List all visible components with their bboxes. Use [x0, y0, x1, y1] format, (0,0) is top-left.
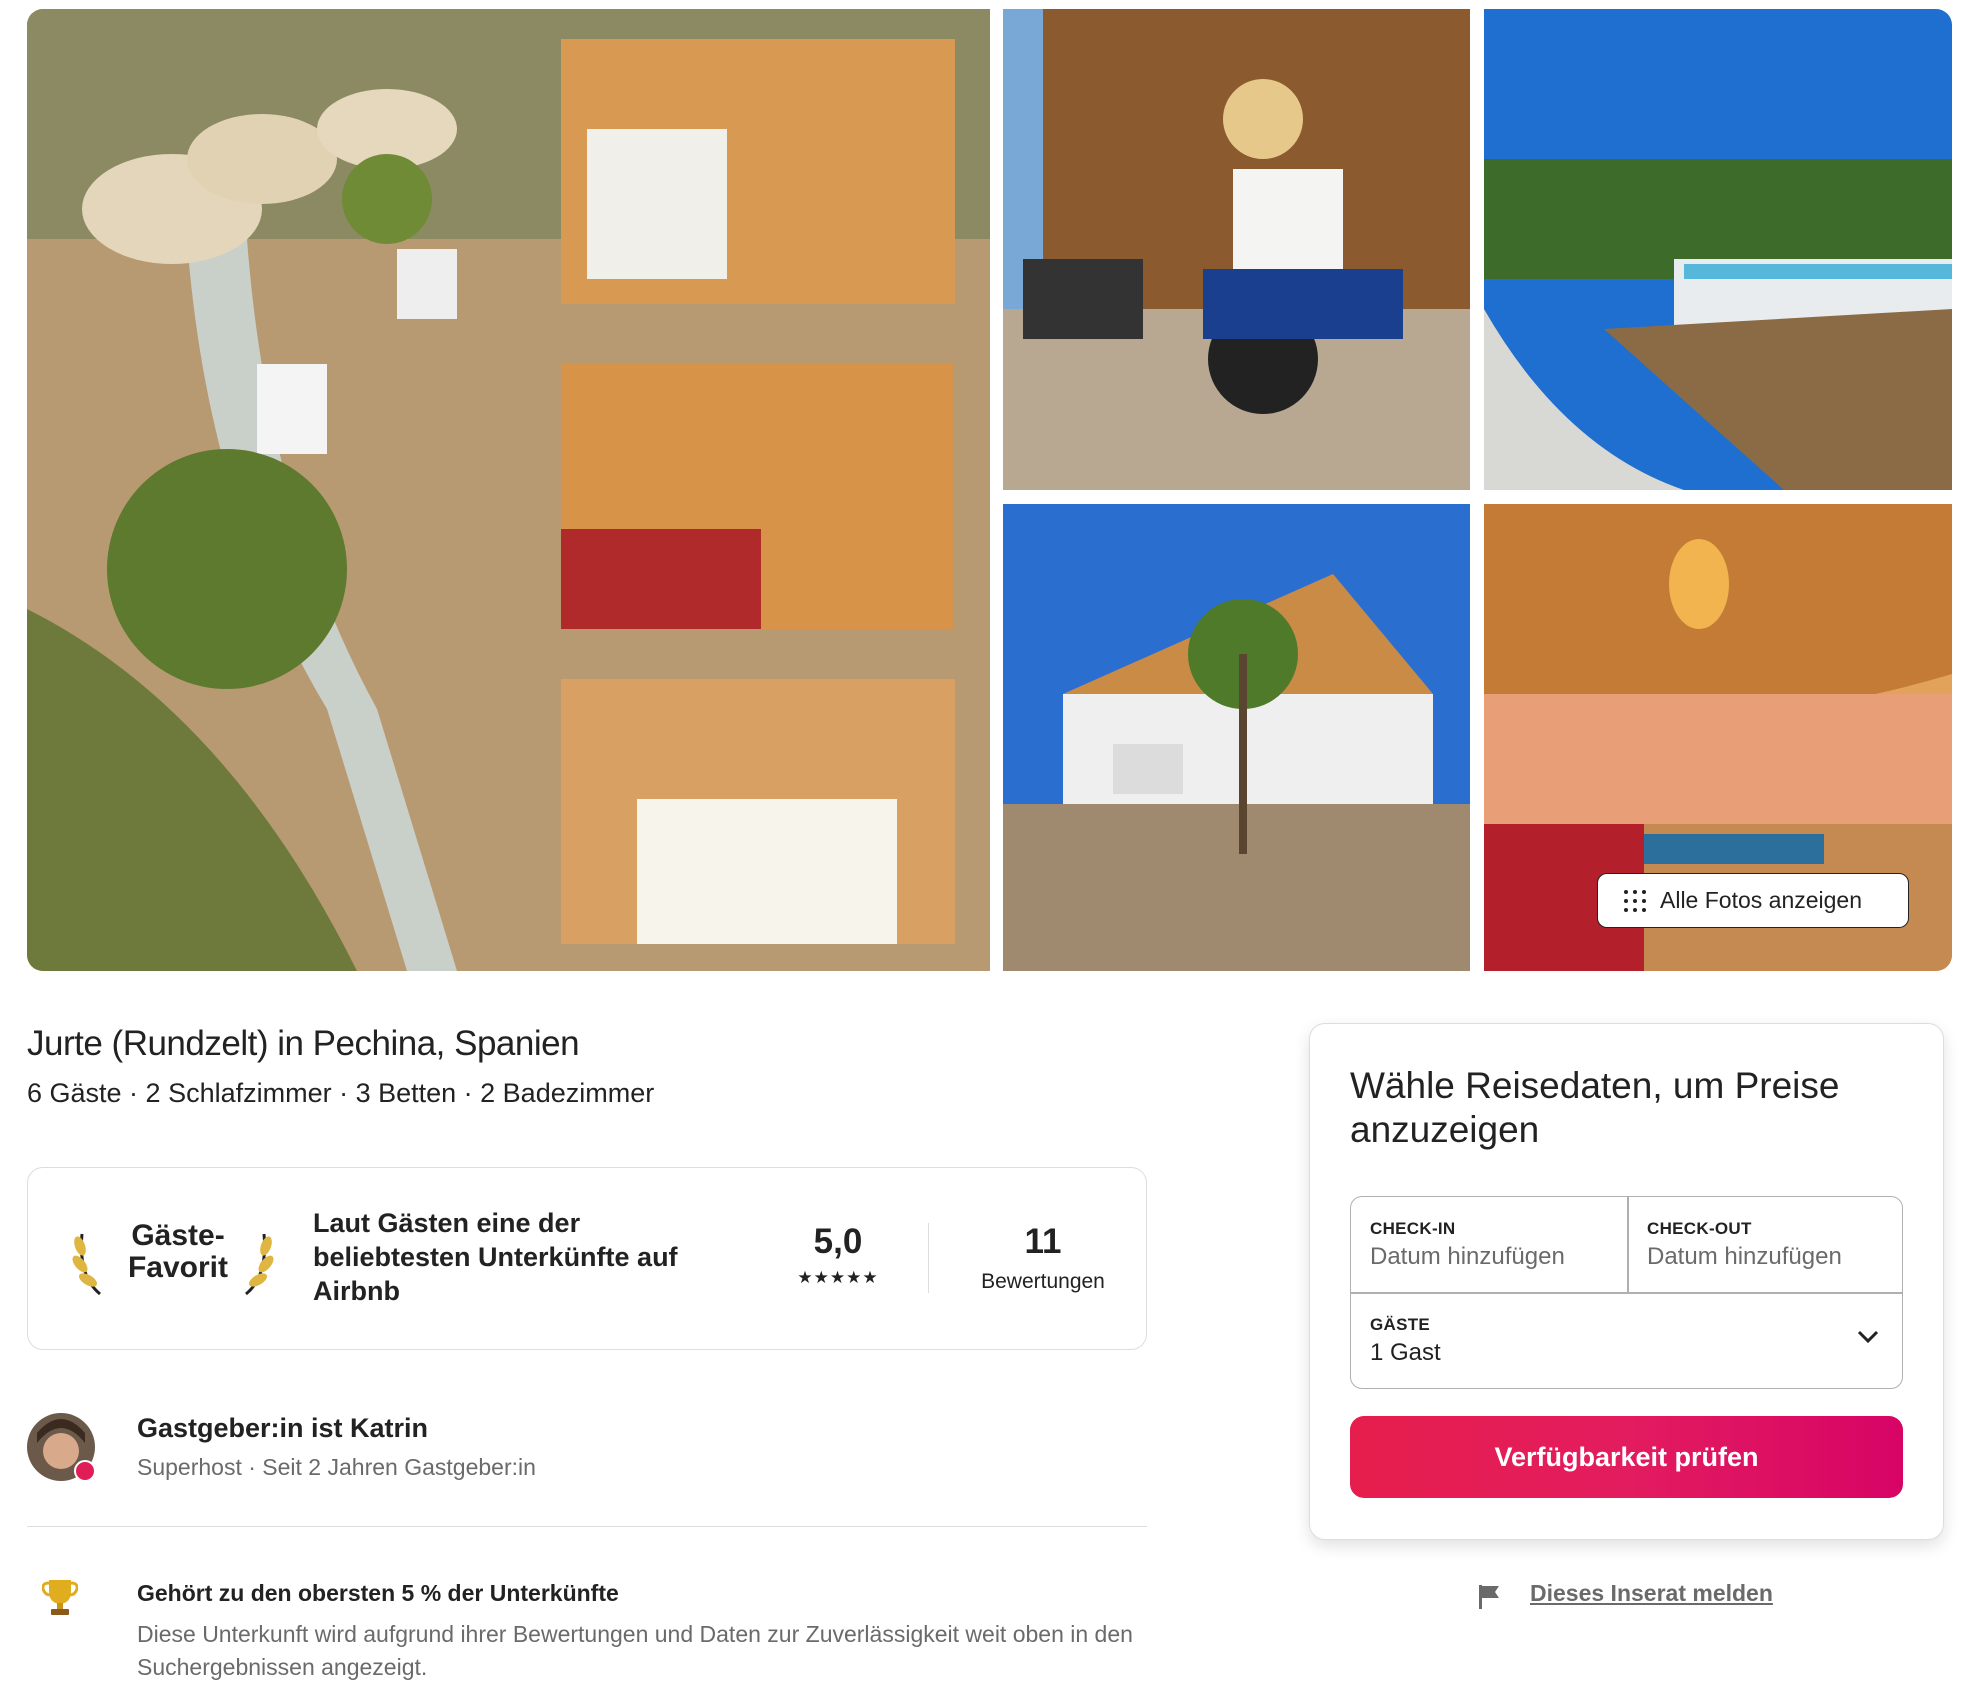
listing-title: Jurte (Rundzelt) in Pechina, Spanien — [27, 1024, 580, 1063]
laurel-left-icon — [72, 1233, 101, 1296]
checkout-field[interactable]: CHECK-OUT Datum hinzufügen — [1628, 1197, 1904, 1292]
guest-favorite-card[interactable]: Gäste- Favorit Laut Gästen eine der beli… — [27, 1167, 1147, 1350]
divider — [928, 1223, 929, 1293]
checkout-value: Datum hinzufügen — [1647, 1243, 1842, 1270]
flag-icon — [1479, 1585, 1499, 1609]
pool-photo[interactable] — [1484, 9, 1952, 490]
grid-dots-icon — [1624, 889, 1646, 912]
kids-pedal-car-photo[interactable] — [1003, 9, 1470, 490]
trophy-icon — [42, 1580, 78, 1615]
sanitary-building-photo[interactable] — [1003, 504, 1470, 971]
report-listing-link[interactable]: Dieses Inserat melden — [1530, 1580, 1773, 1607]
rating-stars-icon: ★★★★★ — [797, 1268, 879, 1287]
superhost-badge-icon — [74, 1460, 96, 1482]
checkin-field[interactable]: CHECK-IN Datum hinzufügen — [1351, 1197, 1627, 1292]
guests-value: 1 Gast — [1370, 1339, 1441, 1366]
guest-favorite-badge: Gäste- Favorit — [118, 1220, 238, 1284]
booking-card: Wähle Reisedaten, um Preise anzuzeigen C… — [1309, 1023, 1944, 1540]
date-guest-picker: CHECK-IN Datum hinzufügen CHECK-OUT Datu… — [1350, 1196, 1903, 1389]
checkin-value: Datum hinzufügen — [1370, 1243, 1565, 1270]
checkout-label: CHECK-OUT — [1647, 1219, 1752, 1238]
reviews-count[interactable]: 11 — [958, 1222, 1128, 1262]
section-divider — [27, 1526, 1147, 1527]
badge-line-1: Gäste- — [131, 1219, 225, 1252]
badge-line-2: Favorit — [127, 1251, 229, 1284]
top-five-percent-title: Gehört zu den obersten 5 % der Unterkünf… — [137, 1580, 619, 1606]
guests-label: GÄSTE — [1370, 1315, 1431, 1334]
guest-favorite-description: Laut Gästen eine der beliebtesten Unterk… — [313, 1208, 678, 1306]
show-all-photos-button[interactable]: Alle Fotos anzeigen — [1597, 873, 1909, 928]
check-availability-button[interactable]: Verfügbarkeit prüfen — [1350, 1416, 1903, 1498]
rating-value: 5,0 — [813, 1222, 863, 1261]
chevron-down-icon — [1857, 1330, 1879, 1344]
booking-title: Wähle Reisedaten, um Preise anzuzeigen — [1350, 1065, 1840, 1150]
listing-subtitle: 6 Gäste · 2 Schlafzimmer · 3 Betten · 2 … — [27, 1078, 655, 1108]
checkin-label: CHECK-IN — [1370, 1219, 1456, 1238]
guests-selector[interactable]: GÄSTE 1 Gast — [1351, 1293, 1904, 1390]
host-name: Gastgeber:in ist Katrin — [137, 1413, 429, 1443]
top-five-percent-description: Diese Unterkunft wird aufgrund ihrer Bew… — [137, 1621, 1133, 1680]
reviews-label[interactable]: Bewertungen — [958, 1270, 1128, 1294]
main-photo[interactable] — [27, 9, 990, 971]
show-all-photos-label: Alle Fotos anzeigen — [1660, 887, 1863, 913]
laurel-right-icon — [245, 1233, 274, 1296]
host-details: Superhost · Seit 2 Jahren Gastgeber:in — [137, 1454, 536, 1480]
